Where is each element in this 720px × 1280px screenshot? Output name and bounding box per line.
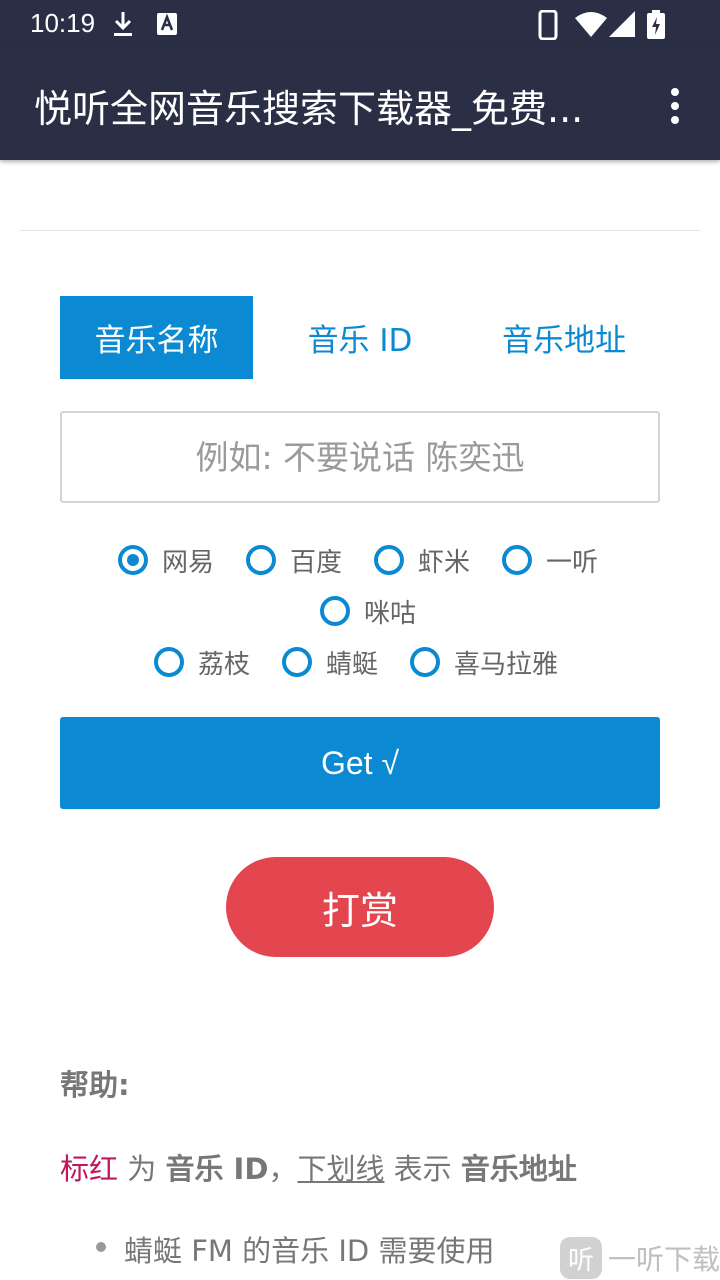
red-label: 标红 [60, 1152, 119, 1186]
phone-icon [538, 10, 558, 40]
radio-unchecked-icon [154, 647, 184, 677]
radio-unchecked-icon [502, 545, 532, 575]
music-url-label: 音乐地址 [460, 1152, 577, 1186]
help-comma: ， [268, 1152, 298, 1186]
radio-lizhi[interactable]: 荔枝 [154, 642, 250, 682]
radio-label: 荔枝 [198, 649, 251, 680]
radio-label: 咪咕 [364, 598, 417, 629]
help-legend: 标红 为 音乐 ID，下划线 表示 音乐地址 [60, 1146, 577, 1188]
radio-label: 蜻蜓 [326, 649, 379, 680]
more-options-icon[interactable] [656, 84, 696, 128]
help-text: 表示 [384, 1152, 461, 1186]
radio-label: 网易 [162, 547, 215, 578]
radio-label: 一听 [546, 547, 599, 578]
radio-label: 喜马拉雅 [454, 649, 559, 680]
radio-migu[interactable]: 咪咕 [320, 591, 416, 631]
radio-netease[interactable]: 网易 [118, 540, 214, 580]
tab-music-name[interactable]: 音乐名称 [60, 296, 253, 379]
status-bar: 10:19 [0, 0, 720, 48]
status-time: 10:19 [30, 8, 96, 38]
radio-yiting[interactable]: 一听 [502, 540, 598, 580]
search-input[interactable] [60, 411, 660, 503]
radio-unchecked-icon [410, 647, 440, 677]
radio-checked-icon [118, 545, 148, 575]
radio-unchecked-icon [246, 545, 276, 575]
reward-button[interactable]: 打赏 [226, 857, 494, 957]
app-bar: 悦听全网音乐搜索下载器_免费... [0, 48, 720, 160]
radio-xiami[interactable]: 虾米 [374, 540, 470, 580]
radio-baidu[interactable]: 百度 [246, 540, 342, 580]
divider [20, 230, 700, 231]
bullet-icon [96, 1242, 106, 1252]
radio-unchecked-icon [320, 596, 350, 626]
radio-label: 虾米 [418, 547, 471, 578]
tab-music-url[interactable]: 音乐地址 [464, 296, 664, 379]
underline-label: 下划线 [297, 1152, 385, 1186]
tab-music-id[interactable]: 音乐 ID [260, 296, 460, 379]
music-id-label: 音乐 ID [165, 1152, 269, 1186]
battery-charging-icon [647, 10, 665, 39]
app-title: 悦听全网音乐搜索下载器_免费... [34, 87, 584, 131]
help-title: 帮助: [60, 1068, 130, 1102]
wifi-icon [575, 12, 607, 37]
radio-unchecked-icon [374, 545, 404, 575]
radio-ximalaya[interactable]: 喜马拉雅 [410, 642, 558, 682]
get-button[interactable]: Get √ [60, 717, 660, 809]
help-bullet-item: 蜻蜓 FM 的音乐 ID 需要使用 [124, 1234, 495, 1268]
radio-label: 百度 [290, 547, 343, 578]
signal-icon [609, 11, 635, 37]
download-icon [114, 12, 132, 36]
help-text: 为 [118, 1152, 166, 1186]
watermark-text: 一听下载 [608, 1243, 720, 1276]
radio-qingting[interactable]: 蜻蜓 [282, 642, 378, 682]
radio-unchecked-icon [282, 647, 312, 677]
a-notification-icon [157, 13, 177, 35]
watermark: 听 一听下载 [560, 1236, 720, 1280]
watermark-logo-icon: 听 [560, 1237, 602, 1279]
